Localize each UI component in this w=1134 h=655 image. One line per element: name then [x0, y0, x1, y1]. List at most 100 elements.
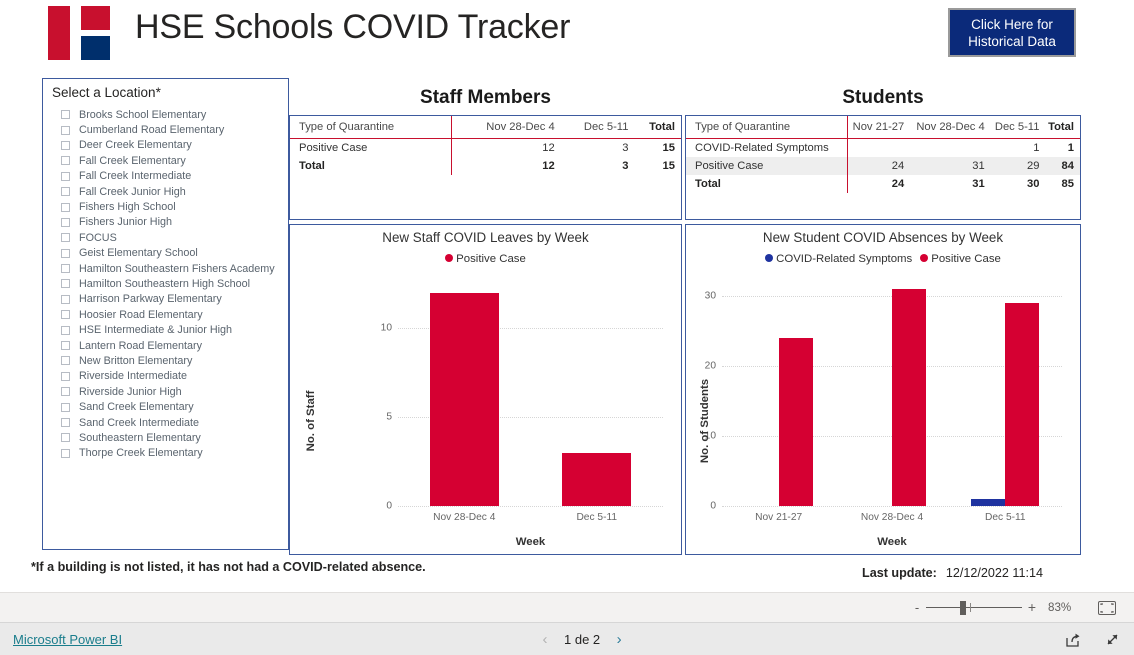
- checkbox-icon[interactable]: [61, 325, 70, 335]
- slicer-item[interactable]: HSE Intermediate & Junior High: [52, 322, 280, 337]
- checkbox-icon[interactable]: [61, 418, 70, 427]
- column-header[interactable]: Nov 21-27: [846, 116, 911, 139]
- slicer-item[interactable]: Fall Creek Junior High: [52, 184, 280, 199]
- checkbox-icon[interactable]: [61, 279, 70, 289]
- slicer-item[interactable]: Riverside Junior High: [52, 384, 280, 399]
- checkbox-icon[interactable]: [61, 125, 70, 135]
- column-header[interactable]: Nov 28-Dec 4: [910, 116, 990, 139]
- slicer-item[interactable]: Harrison Parkway Elementary: [52, 292, 280, 307]
- slicer-item[interactable]: Geist Elementary School: [52, 246, 280, 261]
- historical-button-line2: Historical Data: [968, 34, 1056, 49]
- students-summary-table[interactable]: Type of Quarantine Nov 21-27 Nov 28-Dec 4D…: [685, 115, 1081, 220]
- zoom-slider-track[interactable]: [926, 607, 1022, 608]
- legend-item[interactable]: Positive Case: [445, 253, 526, 265]
- table-row[interactable]: Positive Case 12 3 15: [290, 138, 681, 157]
- slicer-item[interactable]: Southeastern Elementary: [52, 430, 280, 445]
- staff-summary-table[interactable]: Type of Quarantine Nov 28-Dec 4 Dec 5-11 To…: [289, 115, 682, 220]
- checkbox-icon[interactable]: [61, 217, 70, 227]
- location-slicer[interactable]: Select a Location* Brooks School Element…: [42, 78, 289, 550]
- column-header[interactable]: Nov 28-Dec 4: [450, 116, 561, 139]
- bar[interactable]: [1005, 303, 1040, 506]
- slicer-item[interactable]: Hamilton Southeastern High School: [52, 276, 280, 291]
- slicer-item[interactable]: New Britton Elementary: [52, 353, 280, 368]
- table-row[interactable]: Positive Case 24 31 29 84: [686, 157, 1080, 175]
- column-header[interactable]: Type of Quarantine: [686, 116, 847, 139]
- microsoft-power-bi-link[interactable]: Microsoft Power BI: [13, 632, 122, 647]
- checkbox-icon[interactable]: [61, 387, 70, 397]
- fullscreen-icon[interactable]: [1104, 632, 1122, 648]
- checkbox-icon[interactable]: [61, 371, 70, 381]
- column-header[interactable]: Type of Quarantine: [290, 116, 451, 139]
- checkbox-icon[interactable]: [61, 294, 70, 304]
- slicer-item[interactable]: Cumberland Road Elementary: [52, 122, 280, 137]
- checkbox-icon[interactable]: [61, 187, 70, 197]
- slicer-item[interactable]: Hamilton Southeastern Fishers Academy: [52, 261, 280, 276]
- zoom-in-button[interactable]: +: [1026, 600, 1038, 614]
- staff-chart-title: New Staff COVID Leaves by Week: [382, 230, 589, 245]
- checkbox-icon[interactable]: [61, 448, 70, 458]
- slicer-title: Select a Location*: [52, 85, 161, 100]
- bar[interactable]: [778, 338, 813, 506]
- fit-to-page-icon[interactable]: [1098, 601, 1116, 615]
- bar[interactable]: [892, 289, 926, 506]
- table-row[interactable]: Total 24 31 30 85: [686, 175, 1080, 193]
- student-chart[interactable]: New Student COVID Absences by Week COVID…: [685, 224, 1081, 555]
- slicer-item-label: Sand Creek Intermediate: [79, 416, 200, 429]
- legend-color-dot: [765, 253, 774, 262]
- table-cell: 12: [450, 138, 561, 157]
- table-cell: [846, 138, 911, 157]
- checkbox-icon[interactable]: [61, 140, 70, 150]
- checkbox-icon[interactable]: [61, 248, 70, 258]
- slicer-item-label: Sand Creek Elementary: [79, 401, 194, 414]
- checkbox-icon[interactable]: [61, 341, 70, 351]
- staff-chart[interactable]: New Staff COVID Leaves by Week Positive …: [289, 224, 682, 555]
- checkbox-icon[interactable]: [61, 233, 70, 243]
- checkbox-icon[interactable]: [61, 310, 70, 320]
- legend-color-dot: [445, 253, 454, 262]
- table-row[interactable]: COVID-Related Symptoms 1 1: [686, 138, 1080, 157]
- checkbox-icon[interactable]: [61, 171, 70, 181]
- share-icon[interactable]: [1064, 632, 1082, 648]
- slicer-item[interactable]: Fall Creek Intermediate: [52, 169, 280, 184]
- historical-data-button[interactable]: Click Here for Historical Data: [948, 8, 1076, 57]
- staff-chart-legend[interactable]: Positive Case: [290, 253, 681, 265]
- bar[interactable]: [971, 499, 1006, 506]
- previous-page-button[interactable]: ‹: [534, 631, 556, 648]
- table-row[interactable]: Total 12 3 15: [290, 157, 681, 175]
- column-header[interactable]: Dec 5-11: [561, 116, 635, 139]
- checkbox-icon[interactable]: [61, 433, 70, 443]
- slicer-item[interactable]: Riverside Intermediate: [52, 369, 280, 384]
- checkbox-icon[interactable]: [61, 110, 70, 120]
- slicer-item[interactable]: Sand Creek Elementary: [52, 399, 280, 414]
- checkbox-icon[interactable]: [61, 356, 70, 366]
- slicer-item[interactable]: Fall Creek Elementary: [52, 153, 280, 168]
- slicer-item[interactable]: Lantern Road Elementary: [52, 338, 280, 353]
- slicer-item[interactable]: Fishers High School: [52, 199, 280, 214]
- zoom-slider-thumb[interactable]: [960, 601, 966, 615]
- checkbox-icon[interactable]: [61, 264, 70, 274]
- checkbox-icon[interactable]: [61, 402, 70, 412]
- student-chart-legend[interactable]: COVID-Related Symptoms Positive Case: [686, 253, 1080, 265]
- slicer-item[interactable]: Sand Creek Intermediate: [52, 415, 280, 430]
- slicer-item[interactable]: Fishers Junior High: [52, 215, 280, 230]
- slicer-item[interactable]: FOCUS: [52, 230, 280, 245]
- checkbox-icon[interactable]: [61, 202, 70, 212]
- legend-item[interactable]: Positive Case: [920, 253, 1001, 265]
- column-header[interactable]: Total: [634, 116, 681, 139]
- slicer-item[interactable]: Hoosier Road Elementary: [52, 307, 280, 322]
- slicer-item[interactable]: Deer Creek Elementary: [52, 138, 280, 153]
- y-axis-tick-label: 30: [704, 290, 716, 302]
- next-page-button[interactable]: ›: [608, 631, 630, 648]
- checkbox-icon[interactable]: [61, 156, 70, 166]
- zoom-out-button[interactable]: -: [912, 601, 922, 614]
- column-header[interactable]: Total: [1045, 116, 1080, 139]
- slicer-item[interactable]: Thorpe Creek Elementary: [52, 446, 280, 461]
- column-header[interactable]: Dec 5-11: [991, 116, 1046, 139]
- slicer-item[interactable]: Brooks School Elementary: [52, 107, 280, 122]
- bar[interactable]: [429, 292, 499, 506]
- logo-bottom-right-square: [81, 36, 110, 60]
- slicer-item-label: Fishers Junior High: [79, 216, 173, 229]
- bar[interactable]: [562, 452, 632, 506]
- legend-item[interactable]: COVID-Related Symptoms: [765, 253, 912, 265]
- hse-logo-icon: [48, 6, 110, 60]
